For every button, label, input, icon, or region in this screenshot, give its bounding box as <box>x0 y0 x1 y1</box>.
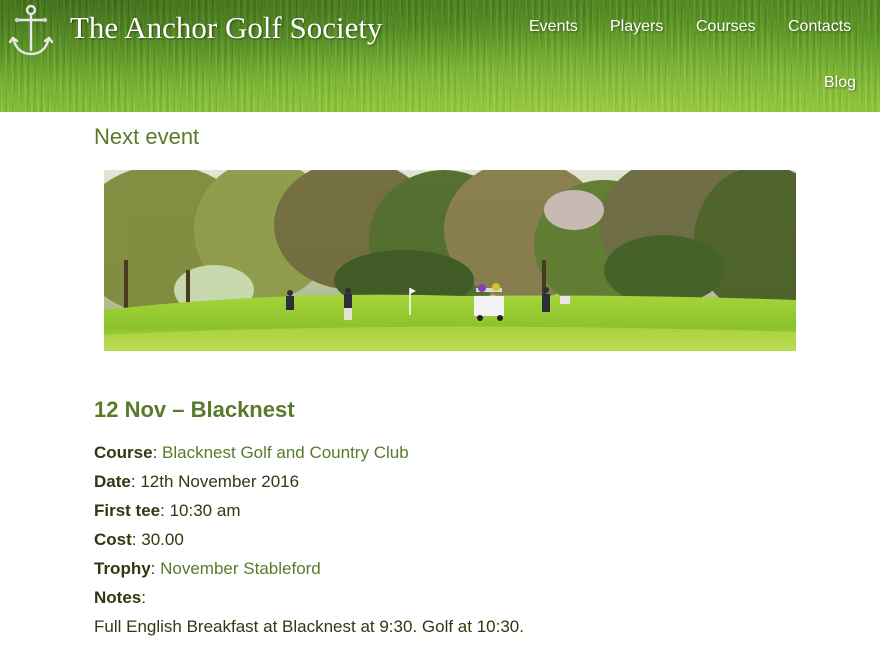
trophy-label: Trophy <box>94 559 151 578</box>
date-value: 12th November 2016 <box>140 472 300 491</box>
event-details: Course: Blacknest Golf and Country Club … <box>94 442 524 645</box>
first-tee-value: 10:30 am <box>169 501 241 520</box>
detail-date: Date: 12th November 2016 <box>94 471 524 500</box>
nav-courses[interactable]: Courses <box>696 18 756 36</box>
course-link[interactable]: Blacknest Golf and Country Club <box>162 443 409 462</box>
nav-blog[interactable]: Blog <box>824 74 856 92</box>
cost-label: Cost <box>94 530 132 549</box>
nav-contacts[interactable]: Contacts <box>788 18 851 36</box>
main-nav: Events Players Courses Contacts Blog <box>0 18 880 108</box>
separator: : <box>160 501 170 520</box>
cost-value: 30.00 <box>141 530 184 549</box>
trophy-link[interactable]: November Stableford <box>160 559 321 578</box>
event-heading: 12 Nov – Blacknest <box>94 397 295 422</box>
separator: : <box>152 443 163 462</box>
detail-notes: Notes: <box>94 587 524 616</box>
section-title: Next event <box>94 124 200 149</box>
detail-trophy: Trophy: November Stableford <box>94 558 524 587</box>
separator: : <box>150 559 161 578</box>
detail-first-tee: First tee: 10:30 am <box>94 500 524 529</box>
nav-events[interactable]: Events <box>529 18 578 36</box>
date-label: Date <box>94 472 131 491</box>
golf-course-image <box>104 170 796 351</box>
notes-label: Notes <box>94 588 142 607</box>
event-photo <box>104 170 796 351</box>
first-tee-label: First tee <box>94 501 161 520</box>
course-label: Course <box>94 443 153 462</box>
notes-text: Full English Breakfast at Blacknest at 9… <box>94 617 524 636</box>
nav-players[interactable]: Players <box>610 18 663 36</box>
detail-cost: Cost: 30.00 <box>94 529 524 558</box>
detail-course: Course: Blacknest Golf and Country Club <box>94 442 524 471</box>
separator: : <box>130 472 141 491</box>
separator: : <box>131 530 142 549</box>
separator: : <box>141 588 146 607</box>
site-header: The Anchor Golf Society Events Players C… <box>0 0 880 112</box>
